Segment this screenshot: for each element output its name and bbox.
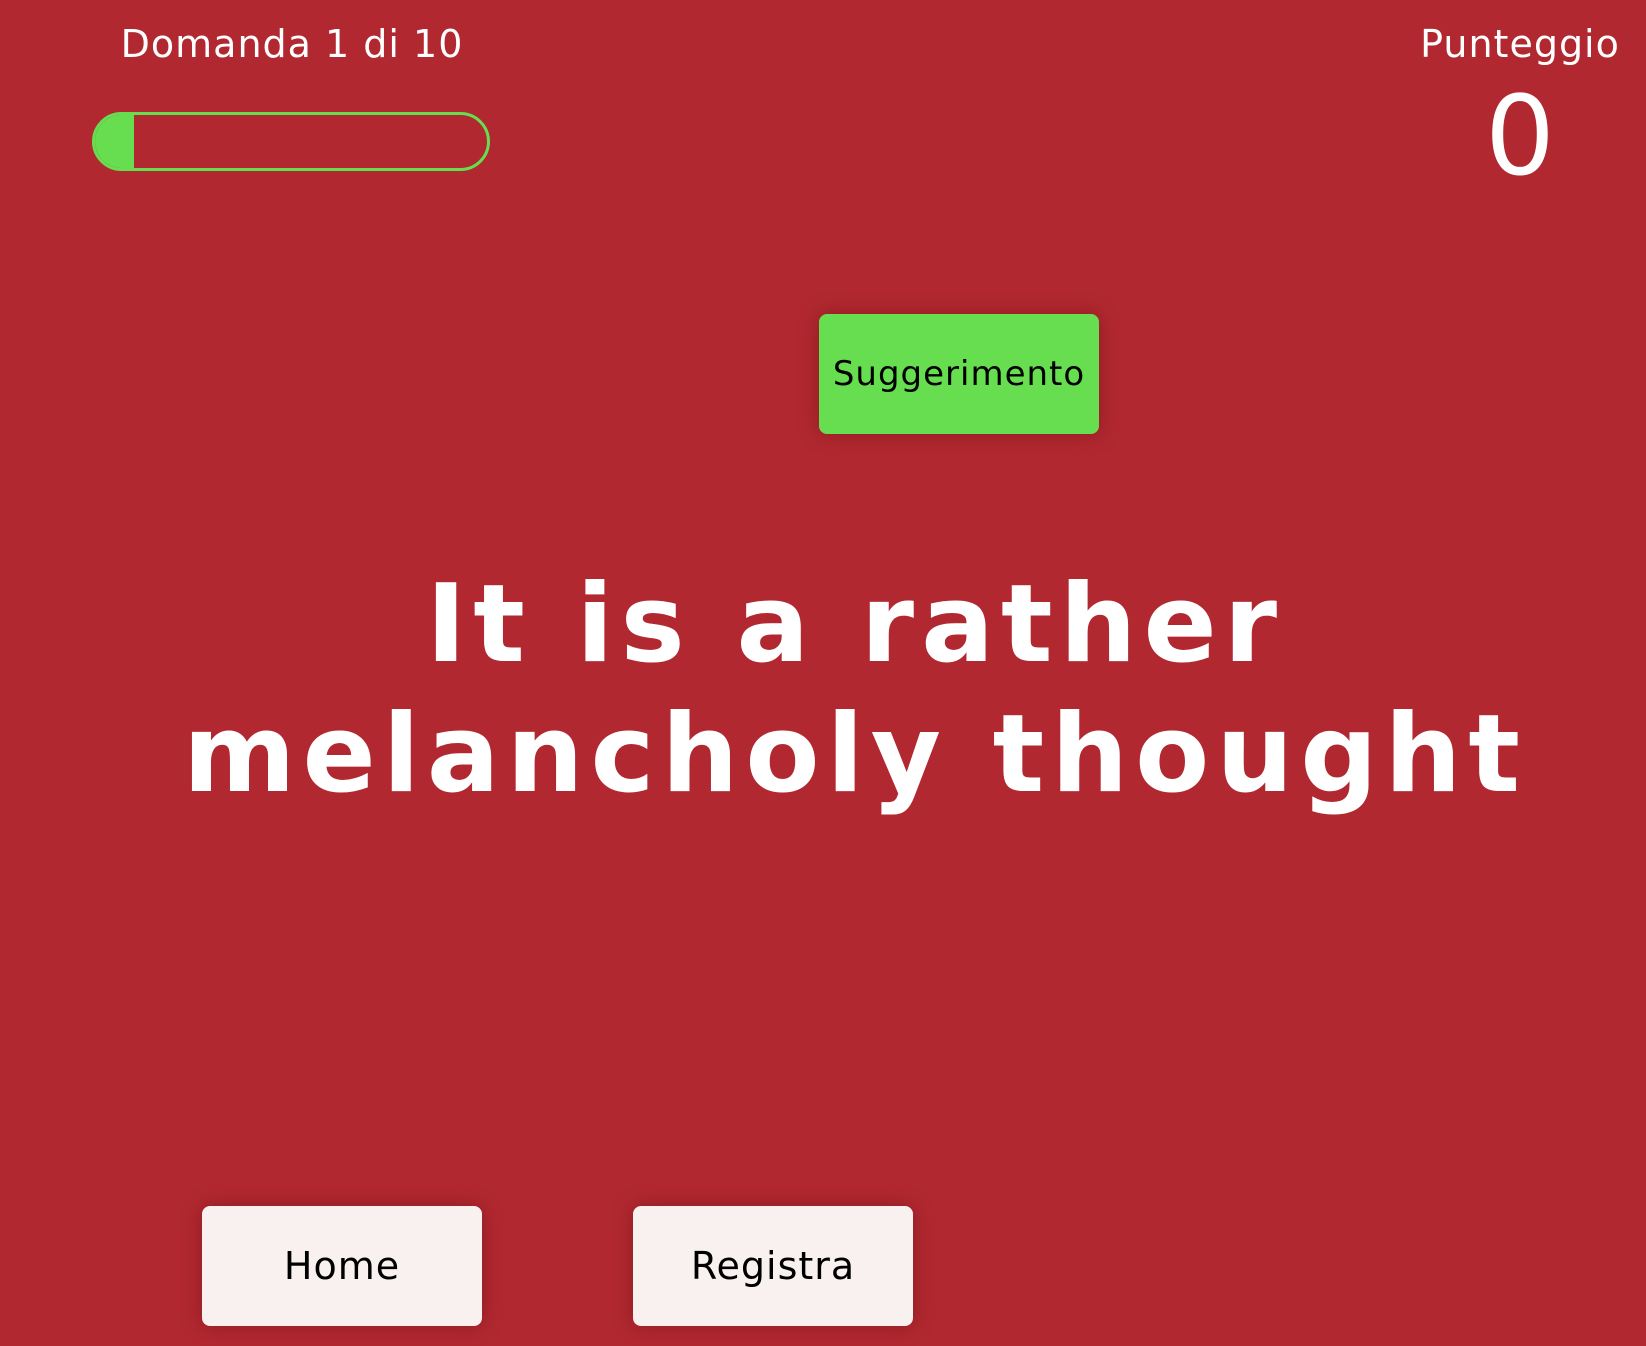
progress-bar bbox=[92, 112, 490, 171]
question-text: It is a rather melancholy thought bbox=[182, 562, 1528, 817]
question-counter: Domanda 1 di 10 bbox=[120, 22, 464, 66]
progress-bar-fill bbox=[95, 115, 135, 168]
hint-button[interactable]: Suggerimento bbox=[819, 314, 1099, 434]
home-button[interactable]: Home bbox=[202, 1206, 482, 1326]
register-button[interactable]: Registra bbox=[633, 1206, 913, 1326]
score-value: 0 bbox=[1485, 72, 1555, 200]
score-label: Punteggio bbox=[1420, 22, 1620, 66]
